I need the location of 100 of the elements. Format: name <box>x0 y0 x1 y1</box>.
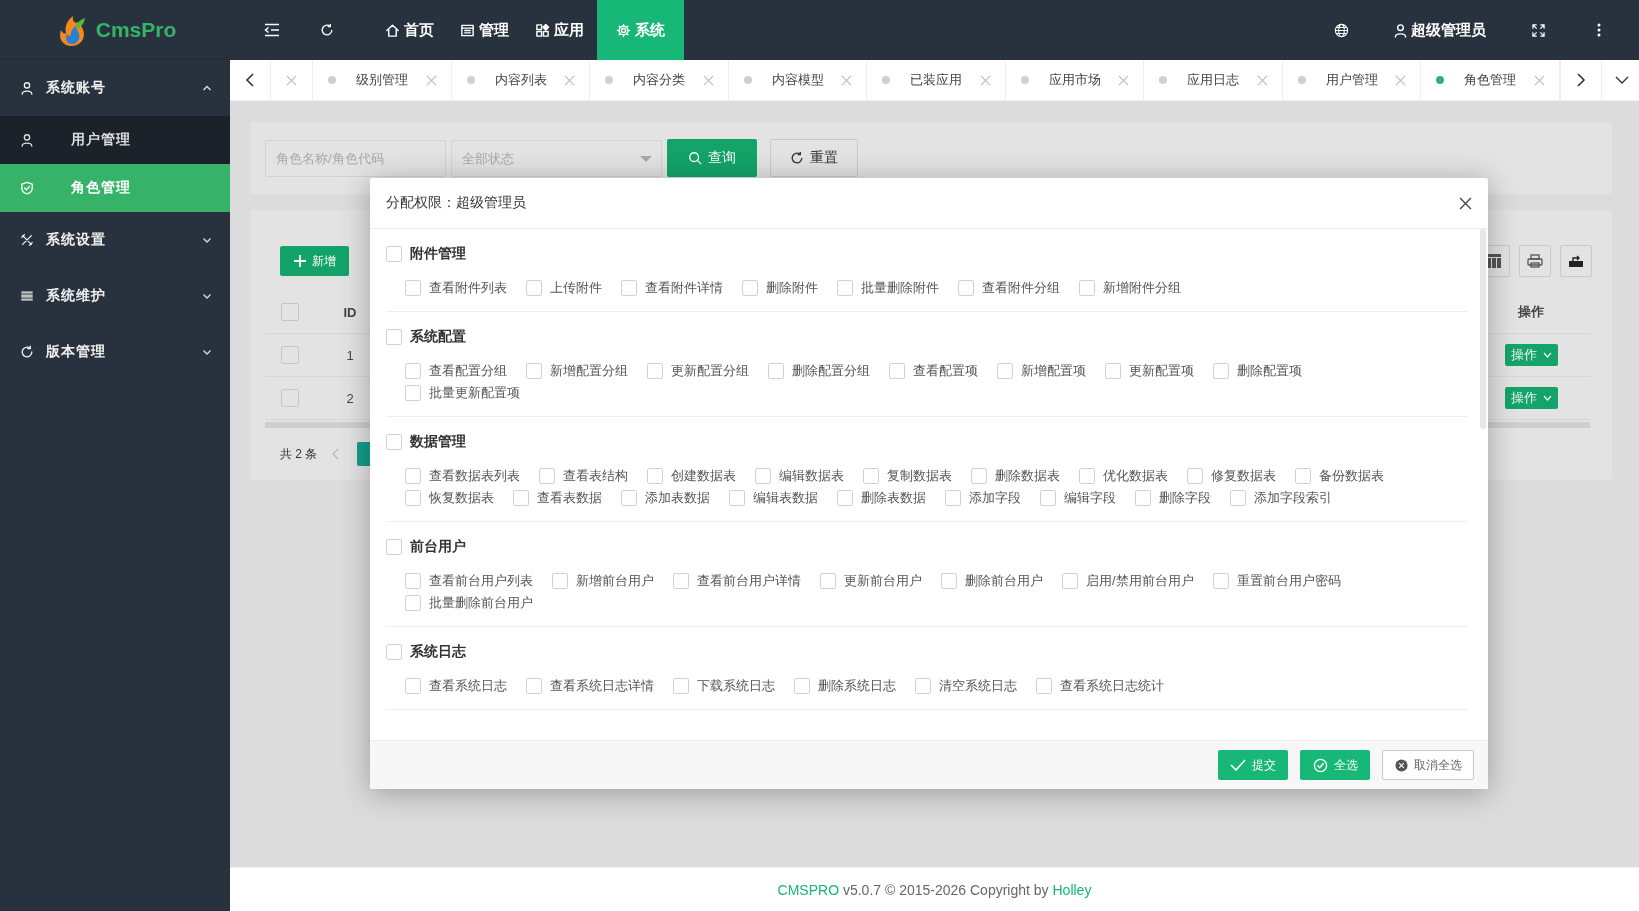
scrollbar[interactable] <box>1480 229 1486 429</box>
checkbox[interactable] <box>1213 363 1229 379</box>
column-header[interactable]: ID <box>343 304 357 320</box>
reset-button[interactable]: 重置 <box>770 139 858 177</box>
permission-checkbox[interactable]: 启用/禁用前台用户 <box>1062 570 1194 592</box>
permission-checkbox[interactable]: 查看前台用户详情 <box>673 570 801 592</box>
permission-group-checkbox[interactable]: 数据管理 <box>386 432 466 452</box>
permission-checkbox[interactable]: 重置前台用户密码 <box>1212 570 1341 592</box>
nav-tab[interactable]: 管理 <box>447 0 522 60</box>
checkbox[interactable] <box>526 678 542 694</box>
checkbox[interactable] <box>1295 468 1311 484</box>
permission-checkbox[interactable]: 删除附件 <box>742 277 818 299</box>
permission-checkbox[interactable]: 添加字段索引 <box>1230 487 1332 509</box>
checkbox[interactable] <box>1135 490 1151 506</box>
permission-checkbox[interactable]: 查看附件列表 <box>405 277 507 299</box>
checkbox[interactable] <box>729 490 745 506</box>
checkbox[interactable] <box>889 363 905 379</box>
permission-checkbox[interactable]: 新增配置分组 <box>526 360 628 382</box>
page-tab[interactable]: 内容分类 <box>590 60 729 100</box>
permission-checkbox[interactable]: 批量删除附件 <box>837 277 939 299</box>
checkbox[interactable] <box>1105 363 1121 379</box>
permission-checkbox[interactable]: 备份数据表 <box>1295 465 1384 487</box>
permission-checkbox[interactable]: 查看系统日志详情 <box>526 675 654 697</box>
checkbox[interactable] <box>405 573 421 589</box>
permission-checkbox[interactable]: 更新配置项 <box>1105 360 1194 382</box>
permission-checkbox[interactable]: 新增附件分组 <box>1079 277 1181 299</box>
page-tab[interactable]: 用户管理 <box>1282 60 1421 100</box>
checkbox[interactable] <box>405 363 421 379</box>
checkbox[interactable] <box>281 389 299 407</box>
checkbox[interactable] <box>386 539 402 555</box>
checkbox[interactable] <box>281 303 299 321</box>
user-menu[interactable]: 超级管理员 <box>1393 20 1486 40</box>
checkbox[interactable] <box>755 468 771 484</box>
permission-checkbox[interactable]: 查看数据表列表 <box>405 465 520 487</box>
checkbox[interactable] <box>1036 678 1052 694</box>
checkbox[interactable] <box>820 573 836 589</box>
checkbox[interactable] <box>945 490 961 506</box>
permission-checkbox[interactable]: 删除配置项 <box>1213 360 1302 382</box>
checkbox[interactable] <box>971 468 987 484</box>
checkbox[interactable] <box>941 573 957 589</box>
permission-checkbox[interactable]: 删除前台用户 <box>941 570 1043 592</box>
permission-checkbox[interactable]: 查看附件详情 <box>621 277 723 299</box>
checkbox[interactable] <box>1230 490 1246 506</box>
page-tab[interactable]: 内容列表 <box>451 60 590 100</box>
checkbox[interactable] <box>281 346 299 364</box>
checkbox[interactable] <box>526 280 542 296</box>
permission-checkbox[interactable]: 添加表数据 <box>621 487 710 509</box>
permission-checkbox[interactable]: 复制数据表 <box>863 465 952 487</box>
permission-checkbox[interactable]: 查看前台用户列表 <box>405 570 533 592</box>
more-icon[interactable] <box>1597 23 1601 37</box>
permission-group-checkbox[interactable]: 前台用户 <box>386 537 466 557</box>
permission-checkbox[interactable]: 编辑字段 <box>1040 487 1116 509</box>
permission-checkbox[interactable]: 恢复数据表 <box>405 487 494 509</box>
checkbox[interactable] <box>405 490 421 506</box>
permission-checkbox[interactable]: 新增配置项 <box>997 360 1086 382</box>
permission-checkbox[interactable]: 删除表数据 <box>837 487 926 509</box>
checkbox[interactable] <box>621 280 637 296</box>
checkbox[interactable] <box>742 280 758 296</box>
checkbox[interactable] <box>1079 468 1095 484</box>
page-tab[interactable]: 内容模型 <box>728 60 867 100</box>
nav-tab[interactable]: 应用 <box>522 0 597 60</box>
close-icon[interactable] <box>1459 196 1472 210</box>
permission-checkbox[interactable]: 删除字段 <box>1135 487 1211 509</box>
permission-checkbox[interactable]: 批量更新配置项 <box>405 382 520 404</box>
fullscreen-icon[interactable] <box>1532 23 1545 37</box>
print-button[interactable] <box>1519 245 1551 277</box>
permission-checkbox[interactable]: 删除数据表 <box>971 465 1060 487</box>
checkbox[interactable] <box>1062 573 1078 589</box>
export-button[interactable] <box>1560 245 1592 277</box>
sidebar-menu-item[interactable]: 系统维护 <box>0 268 230 324</box>
sidebar-menu-item[interactable]: 系统设置 <box>0 212 230 268</box>
permission-checkbox[interactable]: 更新配置分组 <box>647 360 749 382</box>
permission-checkbox[interactable]: 查看配置项 <box>889 360 978 382</box>
checkbox[interactable] <box>997 363 1013 379</box>
checkbox[interactable] <box>386 434 402 450</box>
permission-checkbox[interactable]: 创建数据表 <box>647 465 736 487</box>
permission-checkbox[interactable]: 优化数据表 <box>1079 465 1168 487</box>
permission-checkbox[interactable]: 清空系统日志 <box>915 675 1017 697</box>
checkbox[interactable] <box>405 385 421 401</box>
checkbox[interactable] <box>863 468 879 484</box>
permission-group-checkbox[interactable]: 系统配置 <box>386 327 466 347</box>
checkbox[interactable] <box>405 468 421 484</box>
nav-tab[interactable]: 首页 <box>372 0 447 60</box>
checkbox[interactable] <box>958 280 974 296</box>
globe-icon[interactable] <box>1334 22 1349 38</box>
permission-checkbox[interactable]: 查看表结构 <box>539 465 628 487</box>
checkbox[interactable] <box>405 678 421 694</box>
permission-checkbox[interactable]: 查看系统日志统计 <box>1036 675 1164 697</box>
checkbox[interactable] <box>1079 280 1095 296</box>
page-tab[interactable]: 应用市场 <box>1005 60 1144 100</box>
sidebar-menu-item[interactable]: 系统账号 <box>0 60 230 116</box>
checkbox[interactable] <box>768 363 784 379</box>
permission-checkbox[interactable]: 查看附件分组 <box>958 277 1060 299</box>
checkbox[interactable] <box>526 363 542 379</box>
search-field[interactable]: 角色名称/角色代码 <box>265 139 446 177</box>
page-tab[interactable]: 角色管理 <box>1421 60 1560 100</box>
page-tab[interactable]: 级别管理 <box>313 60 452 100</box>
permission-checkbox[interactable]: 查看系统日志 <box>405 675 507 697</box>
checkbox[interactable] <box>552 573 568 589</box>
permission-checkbox[interactable]: 删除系统日志 <box>794 675 896 697</box>
